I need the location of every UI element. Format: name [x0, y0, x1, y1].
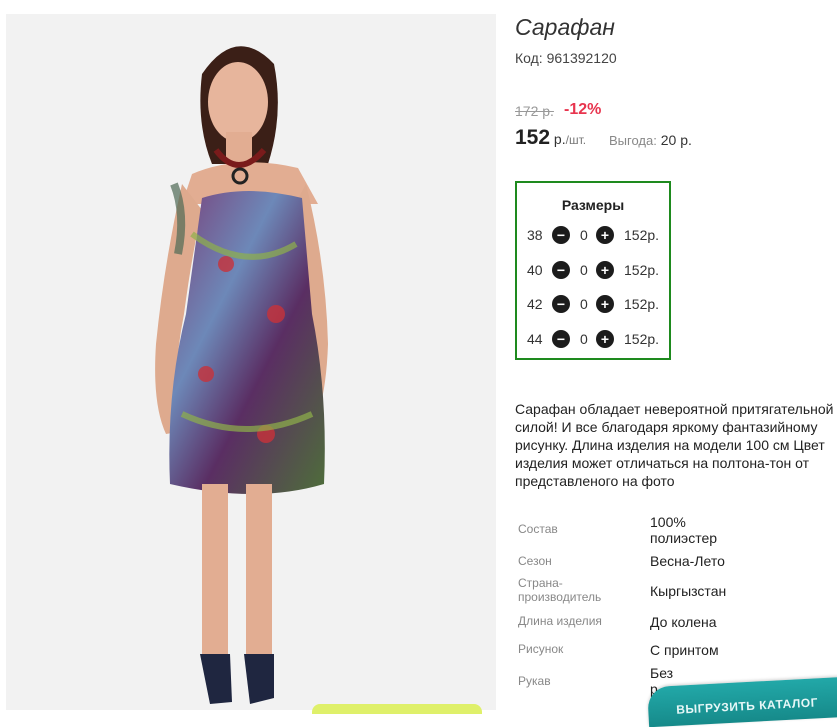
size-price: 152р. [624, 296, 660, 312]
size-label: 38 [527, 227, 543, 243]
spec-label: Состав [518, 522, 558, 536]
spec-label: Страна- производитель [518, 576, 602, 604]
size-price: 152р. [624, 227, 660, 243]
discount-badge: -12% [564, 101, 602, 118]
size-quantity: 0 [580, 296, 588, 312]
size-price: 152р. [624, 262, 660, 278]
spec-value: Кыргызстан [650, 583, 727, 599]
spec-label: Рисунок [518, 642, 564, 656]
minus-icon[interactable]: − [552, 295, 570, 313]
minus-icon[interactable]: − [552, 261, 570, 279]
spec-value: До колена [650, 614, 717, 630]
size-quantity: 0 [580, 227, 588, 243]
price-value: 152 [515, 126, 551, 149]
size-row-42: 42 − 0 + 152р. [527, 294, 667, 314]
benefit-value: 20 р. [656, 132, 692, 148]
benefit: Выгода: 20 р. [609, 132, 692, 148]
product-description: Сарафан обладает невероятной притягатель… [515, 401, 834, 489]
spec-value: Весна-Лето [650, 553, 725, 569]
size-quantity: 0 [580, 331, 588, 347]
size-price: 152р. [624, 331, 660, 347]
minus-icon[interactable]: − [552, 226, 570, 244]
size-row-44: 44 − 0 + 152р. [527, 329, 667, 349]
size-label: 42 [527, 296, 543, 312]
size-row-40: 40 − 0 + 152р. [527, 260, 667, 280]
decorative-strip [312, 704, 482, 714]
size-quantity: 0 [580, 262, 588, 278]
plus-icon[interactable]: + [596, 226, 614, 244]
sizes-panel: Размеры 38 − 0 + 152р. 40 − 0 + 152р. 42… [515, 181, 671, 360]
price-currency: р. [550, 131, 566, 147]
size-row-38: 38 − 0 + 152р. [527, 225, 667, 245]
plus-icon[interactable]: + [596, 261, 614, 279]
model-dress-image [6, 14, 496, 710]
spec-label: Длина изделия [518, 614, 602, 628]
size-label: 44 [527, 331, 543, 347]
price-per-unit: /шт. [565, 133, 587, 147]
size-label: 40 [527, 262, 543, 278]
spec-value: С принтом [650, 642, 719, 658]
minus-icon[interactable]: − [552, 330, 570, 348]
product-photo[interactable] [6, 14, 496, 710]
product-sku: Код: 961392120 [515, 50, 617, 66]
spec-label: Рукав [518, 674, 551, 688]
current-price: 152 р./шт. [515, 126, 586, 150]
catalog-button-label: ВЫГРУЗИТЬ КАТАЛОГ [675, 695, 819, 717]
product-title: Сарафан [515, 14, 615, 40]
benefit-label: Выгода: [609, 133, 657, 148]
spec-value: 100% полиэстер [650, 514, 718, 546]
spec-label: Сезон [518, 554, 552, 568]
plus-icon[interactable]: + [596, 330, 614, 348]
plus-icon[interactable]: + [596, 295, 614, 313]
old-price: 172 р. [515, 103, 554, 119]
sizes-title: Размеры [561, 197, 625, 213]
